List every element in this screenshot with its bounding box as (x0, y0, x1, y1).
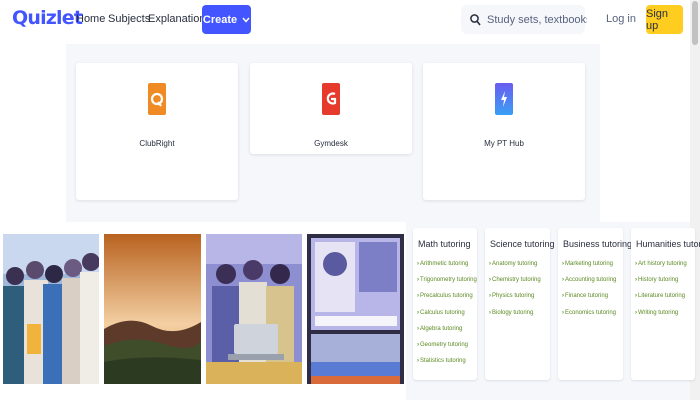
app-card-clubright[interactable]: ClubRight (76, 63, 238, 200)
tutoring-link[interactable]: Statistics tutoring (417, 358, 466, 364)
chevron-down-icon (242, 17, 250, 23)
quizlet-logo[interactable]: Quizlet (12, 7, 83, 29)
tutoring-link[interactable]: Writing tutoring (635, 310, 678, 316)
create-button-label: Create (202, 13, 238, 26)
students-photo (3, 234, 99, 384)
tutoring-link[interactable]: History tutoring (635, 277, 678, 283)
tutoring-link[interactable]: Biology tutoring (489, 310, 533, 316)
app-card-name: ClubRight (139, 139, 175, 148)
scrollbar-thumb[interactable] (692, 1, 698, 45)
tutoring-link[interactable]: Calculus tutoring (417, 310, 465, 316)
gymdesk-logo-icon (321, 81, 341, 117)
science-tutoring-card: Science tutoring Anatomy tutoring Chemis… (485, 228, 555, 380)
humanities-tutoring-title[interactable]: Humanities tutoring (636, 239, 700, 249)
search-icon (470, 13, 481, 25)
signup-button[interactable]: Sign up (646, 5, 683, 34)
app-cards-panel: ClubRight Gymdesk My PT Hub (66, 44, 600, 222)
tutoring-link[interactable]: Trigonometry tutoring (417, 277, 477, 283)
science-tutoring-title[interactable]: Science tutoring (490, 239, 555, 249)
photo-band (0, 224, 406, 400)
tutoring-link[interactable]: Physics tutoring (489, 293, 534, 299)
tutoring-panel: Math tutoring Arithmetic tutoring Trigon… (406, 222, 700, 400)
app-card-my-pt-hub[interactable]: My PT Hub (423, 63, 585, 200)
tutoring-link[interactable]: Literature tutoring (635, 293, 685, 299)
tutoring-link[interactable]: Arithmetic tutoring (417, 261, 468, 267)
nav-home-link[interactable]: Home (76, 13, 105, 25)
business-tutoring-card: Business tutoring Marketing tutoring Acc… (558, 228, 632, 380)
tutoring-link[interactable]: Accounting tutoring (562, 277, 616, 283)
humanities-tutoring-card: Humanities tutoring Art history tutoring… (631, 228, 700, 380)
tutoring-link[interactable]: Art history tutoring (635, 261, 687, 267)
tutoring-link[interactable]: Economics tutoring (562, 310, 616, 316)
tutoring-link[interactable]: Precalculus tutoring (417, 293, 473, 299)
students-laptop-photo (206, 234, 302, 384)
tutoring-link[interactable]: Algebra tutoring (417, 326, 462, 332)
search-input[interactable] (485, 12, 589, 27)
tutoring-link[interactable]: Anatomy tutoring (489, 261, 537, 267)
math-tutoring-title[interactable]: Math tutoring (418, 239, 471, 249)
textbook-screen-photo (307, 234, 404, 384)
app-card-name: Gymdesk (314, 139, 348, 148)
search-box[interactable] (461, 5, 589, 34)
tutoring-link[interactable]: Marketing tutoring (562, 261, 613, 267)
app-card-gymdesk[interactable]: Gymdesk (250, 63, 412, 154)
app-card-name: My PT Hub (484, 139, 524, 148)
clubright-logo-icon (147, 81, 167, 117)
create-button[interactable]: Create (202, 5, 251, 34)
top-nav-bar: Quizlet Home Subjects Explanations Creat… (0, 0, 700, 40)
tutoring-link[interactable]: Chemistry tutoring (489, 277, 541, 283)
math-tutoring-card: Math tutoring Arithmetic tutoring Trigon… (413, 228, 477, 380)
tutoring-link[interactable]: Finance tutoring (562, 293, 608, 299)
my-pt-hub-logo-icon (494, 81, 514, 117)
login-link[interactable]: Log in (606, 13, 636, 25)
business-tutoring-title[interactable]: Business tutoring (563, 239, 632, 249)
tutoring-link[interactable]: Geometry tutoring (417, 342, 468, 348)
landscape-photo (104, 234, 201, 384)
nav-subjects-link[interactable]: Subjects (108, 13, 150, 25)
